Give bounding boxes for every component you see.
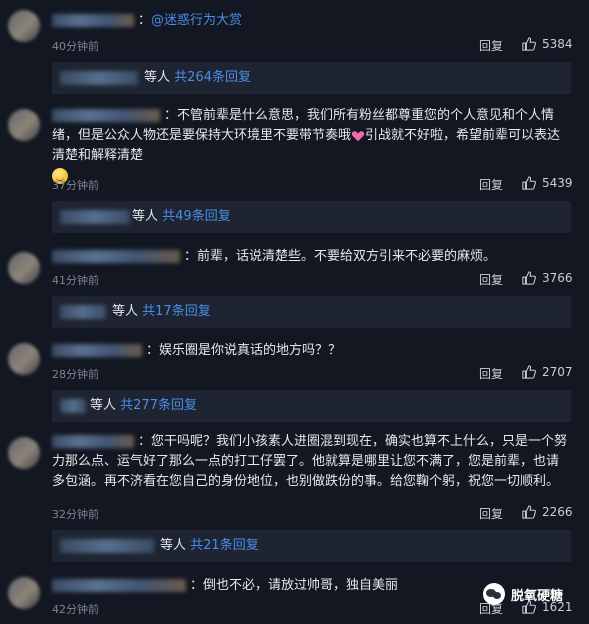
like-count: 5384 [542, 37, 573, 51]
username[interactable] [52, 579, 186, 592]
replies-expand[interactable]: 等人 共17条回复 [52, 296, 571, 328]
thumbs-up-icon [522, 176, 536, 190]
etal-label: 等人 [160, 538, 187, 553]
timestamp: 40分钟前 [52, 40, 99, 53]
username[interactable] [52, 435, 134, 448]
comment-text: 前辈，话说清楚些。不要给双方引来不必要的麻烦。 [197, 249, 497, 264]
reply-button[interactable]: 回复 [479, 37, 503, 54]
comment-text: 娱乐圈是你说真话的地方吗？？ [159, 343, 342, 358]
avatar[interactable] [8, 109, 40, 141]
like-count: 2707 [542, 365, 573, 379]
reply-button[interactable]: 回复 [479, 505, 503, 522]
reply-count: 共17条回复 [142, 304, 211, 319]
comment-text: 倒也不必，请放过帅哥，独自美丽 [203, 578, 399, 593]
thumbs-up-icon [522, 271, 536, 285]
avatar[interactable] [8, 343, 40, 375]
timestamp: 32分钟前 [52, 508, 99, 521]
etal-label: 等人 [132, 209, 159, 224]
like-button[interactable]: 2266 [522, 505, 573, 519]
username[interactable] [52, 14, 134, 27]
reply-button[interactable]: 回复 [479, 176, 503, 193]
reply-count: 共264条回复 [174, 70, 251, 85]
replies-expand[interactable]: 等人 共277条回复 [52, 390, 571, 422]
like-button[interactable]: 3766 [522, 271, 573, 285]
timestamp: 41分钟前 [52, 274, 99, 287]
reply-users [60, 539, 154, 553]
like-count: 3766 [542, 271, 573, 285]
comment-head: ：@迷惑行为大赏 [52, 11, 571, 31]
timestamp: 28分钟前 [52, 368, 99, 381]
mention-link[interactable]: @迷惑行为大赏 [151, 13, 242, 28]
reply-count: 共277条回复 [120, 398, 197, 413]
timestamp: 37分钟前 [52, 179, 99, 192]
reply-users [60, 71, 138, 85]
etal-label: 等人 [90, 398, 117, 413]
like-button[interactable]: 2707 [522, 365, 573, 379]
comment-head: ：不管前辈是什么意思，我们所有粉丝都尊重您的个人意见和个人情绪，但是公众人物还是… [52, 106, 571, 186]
comment-head: ：娱乐圈是你说真话的地方吗？？ [52, 341, 571, 361]
replies-expand[interactable]: 等人 共49条回复 [52, 201, 571, 233]
sparkle-heart-icon [351, 130, 365, 141]
username[interactable] [52, 250, 180, 263]
comment-head: ：您干吗呢？我们小孩素人进圈混到现在，确实也算不上什么，只是一个努力那么点、运气… [52, 434, 568, 489]
reply-count: 共21条回复 [190, 538, 259, 553]
reply-button[interactable]: 回复 [479, 271, 503, 288]
replies-expand[interactable]: 等人 共21条回复 [52, 530, 571, 562]
reply-users [60, 305, 106, 319]
watermark: 脱氧硬糖 [483, 583, 563, 605]
etal-label: 等人 [144, 70, 171, 85]
comment-head: ：前辈，话说清楚些。不要给双方引来不必要的麻烦。 [52, 247, 571, 267]
username[interactable] [52, 109, 160, 122]
etal-label: 等人 [112, 304, 139, 319]
reply-users [60, 399, 86, 413]
replies-summary: 等人 共21条回复 [160, 530, 259, 562]
wechat-logo-icon [483, 583, 505, 605]
avatar[interactable] [8, 10, 40, 42]
username[interactable] [52, 344, 142, 357]
avatar[interactable] [8, 577, 40, 609]
replies-summary: 等人 共49条回复 [132, 201, 231, 233]
thumbs-up-icon [522, 505, 536, 519]
reply-button[interactable]: 回复 [479, 365, 503, 382]
thumbs-up-icon [522, 37, 536, 51]
like-count: 2266 [542, 505, 573, 519]
avatar[interactable] [8, 437, 40, 469]
reply-count: 共49条回复 [162, 209, 231, 224]
replies-expand[interactable]: 等人 共264条回复 [52, 62, 571, 94]
avatar[interactable] [8, 252, 40, 284]
like-button[interactable]: 5439 [522, 176, 573, 190]
replies-summary: 等人 共264条回复 [144, 62, 251, 94]
replies-summary: 等人 共277条回复 [90, 390, 197, 422]
like-button[interactable]: 5384 [522, 37, 573, 51]
timestamp: 42分钟前 [52, 603, 99, 616]
thumbs-up-icon [522, 365, 536, 379]
replies-summary: 等人 共17条回复 [112, 296, 211, 328]
watermark-text: 脱氧硬糖 [511, 588, 564, 604]
like-count: 5439 [542, 176, 573, 190]
reply-users [60, 210, 130, 224]
